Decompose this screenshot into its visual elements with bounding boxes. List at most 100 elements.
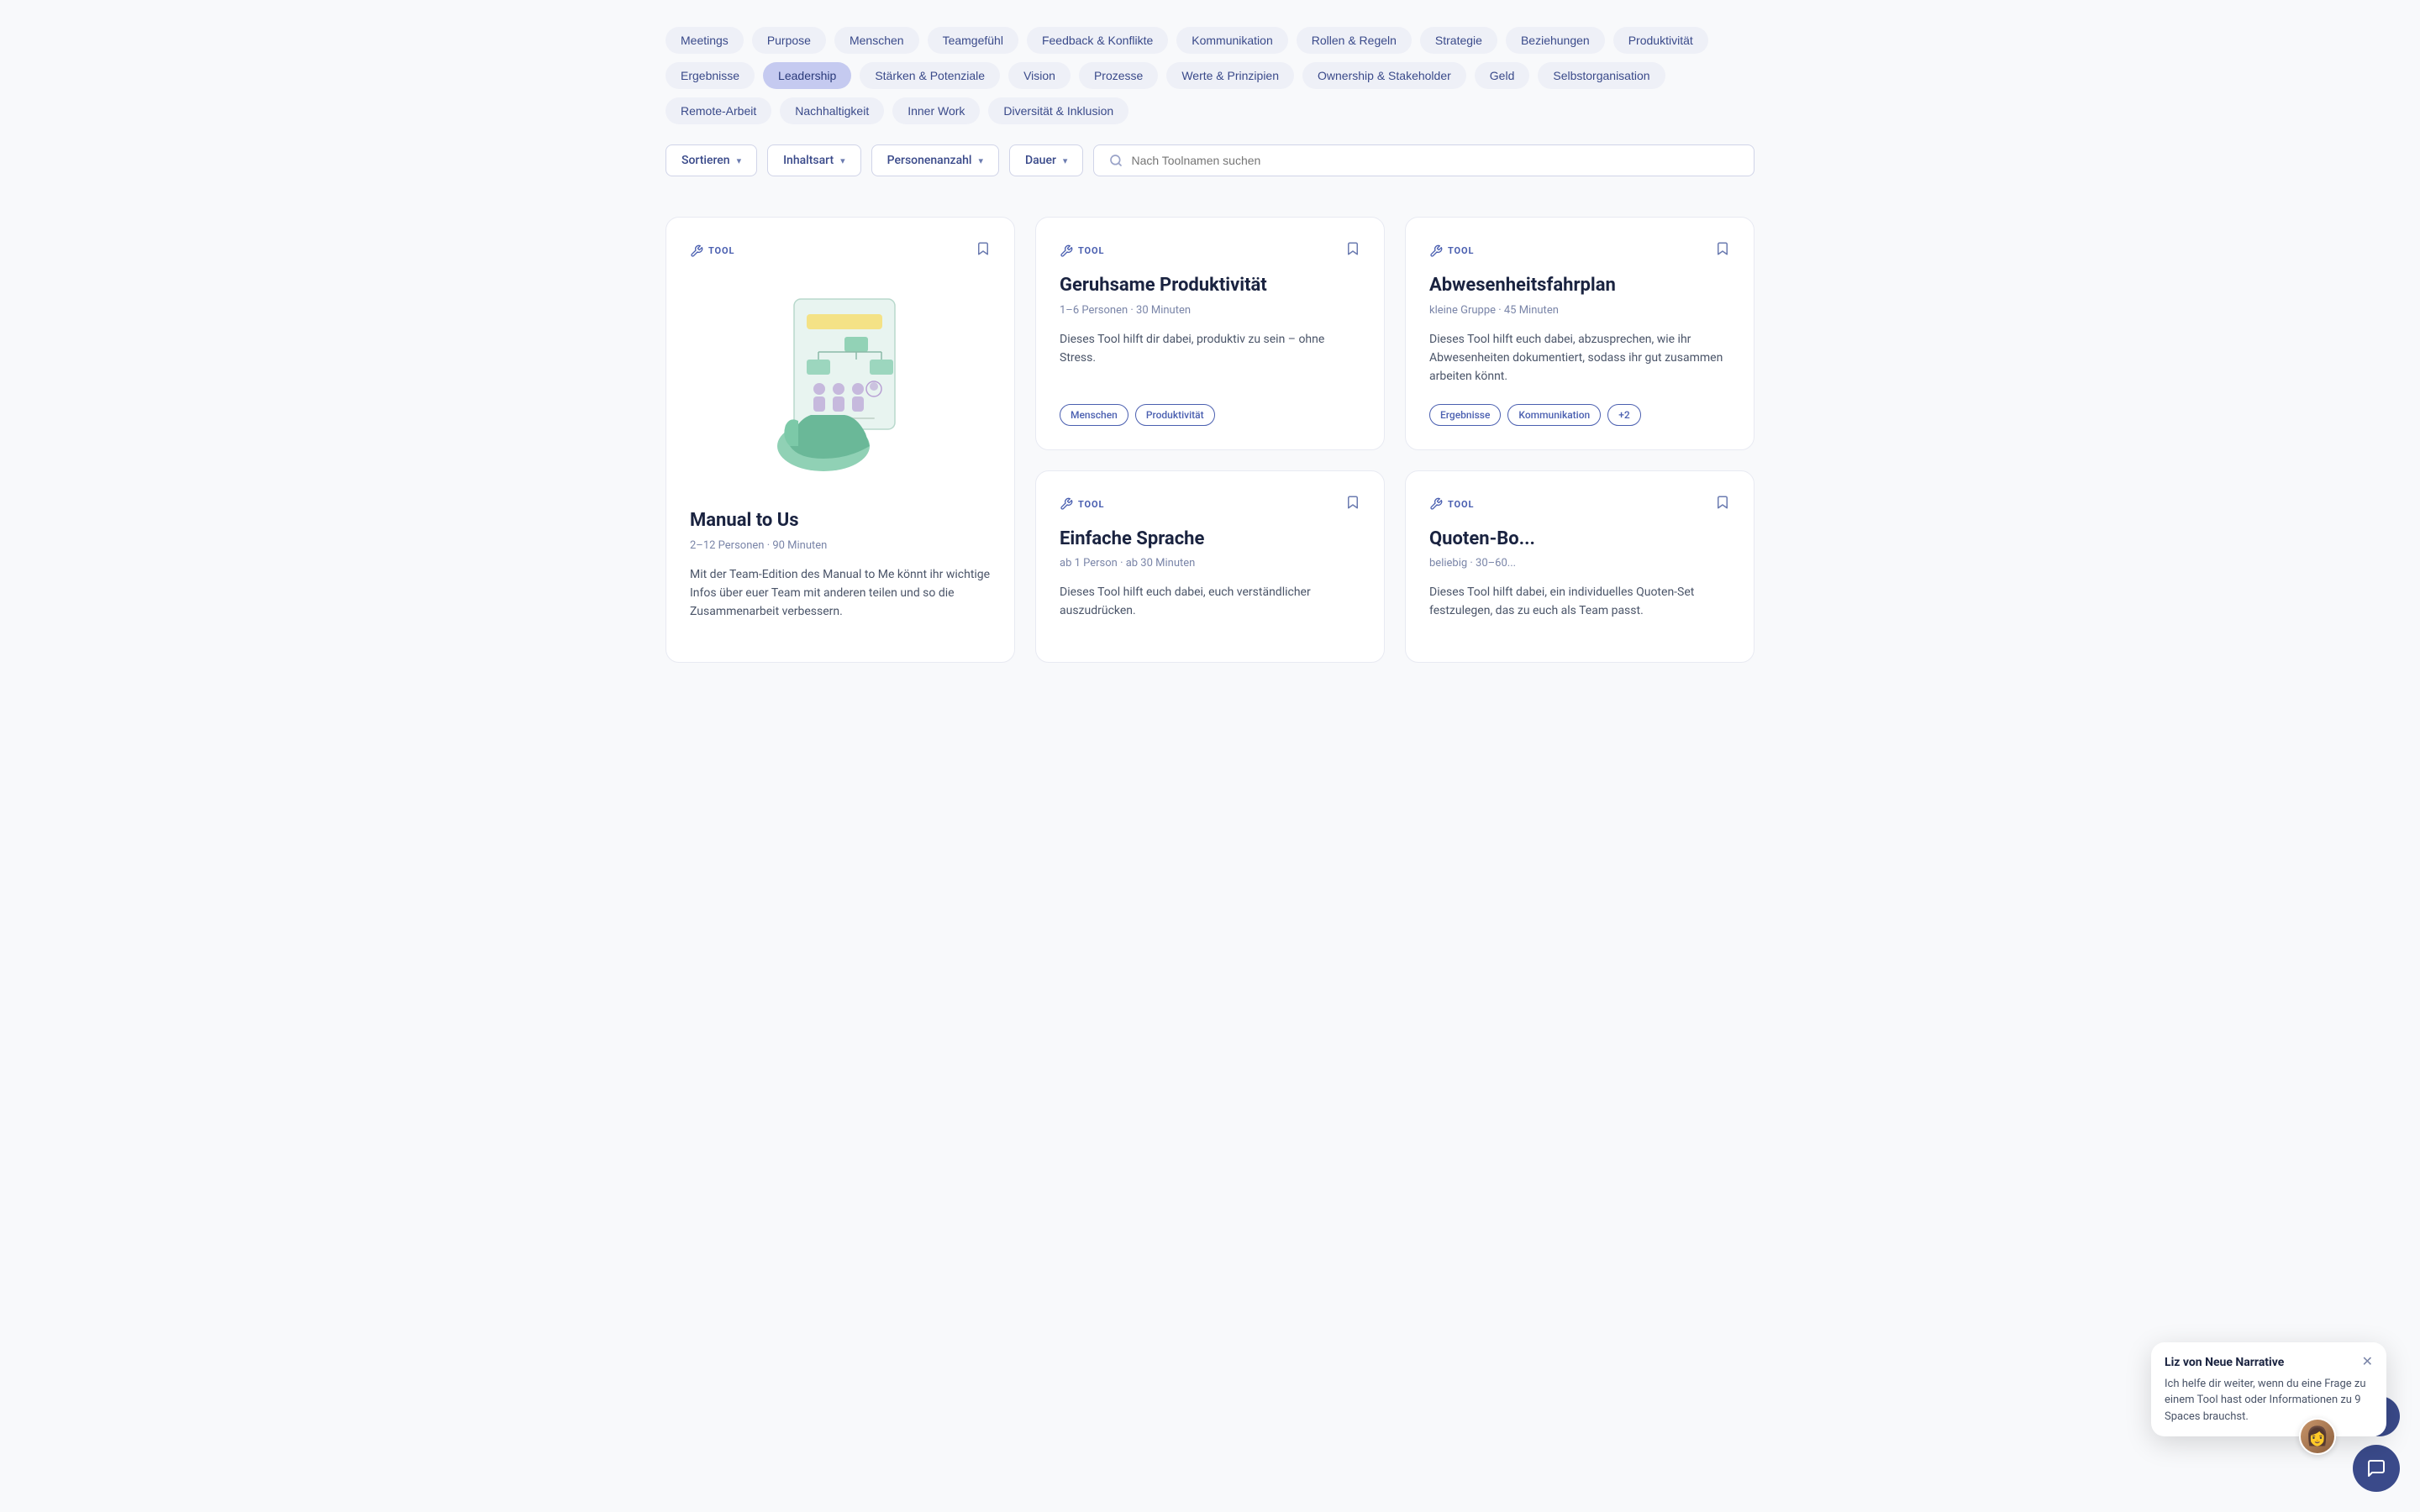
search-input[interactable] bbox=[1131, 154, 1739, 167]
tag-pill-geld[interactable]: Geld bbox=[1475, 62, 1530, 89]
card-tag: Menschen bbox=[1060, 404, 1128, 426]
card-type-badge: TOOL bbox=[1429, 497, 1474, 511]
card-manual-to-us: TOOL bbox=[666, 217, 1015, 663]
tool-icon bbox=[1429, 244, 1443, 258]
sortieren-label: Sortieren bbox=[681, 154, 730, 167]
tag-pill-feedback-konflikte[interactable]: Feedback & Konflikte bbox=[1027, 27, 1168, 54]
bookmark-icon bbox=[1715, 495, 1730, 510]
bookmark-icon bbox=[1715, 241, 1730, 256]
personenanzahl-chevron-icon: ▾ bbox=[978, 155, 983, 166]
card-abwesenheitsfahrplan: TOOL Abwesenheitsfahrplan kleine Gruppe … bbox=[1405, 217, 1754, 450]
card-title: Abwesenheitsfahrplan bbox=[1429, 274, 1730, 297]
chat-popup: Liz von Neue Narrative ✕ Ich helfe dir w… bbox=[2151, 1342, 2386, 1437]
card-einfache-sprache: TOOL Einfache Sprache ab 1 Person · ab 3… bbox=[1035, 470, 1385, 663]
card-title: Einfache Sprache bbox=[1060, 528, 1360, 551]
card-title: Manual to Us bbox=[690, 509, 991, 533]
tool-icon bbox=[690, 244, 703, 258]
tag-pill-staerken-potenziale[interactable]: Stärken & Potenziale bbox=[860, 62, 1000, 89]
card-tag: Kommunikation bbox=[1507, 404, 1601, 426]
search-icon bbox=[1109, 154, 1123, 167]
card-header: TOOL bbox=[1060, 495, 1360, 514]
dauer-chevron-icon: ▾ bbox=[1063, 155, 1068, 166]
card-type-label: TOOL bbox=[1448, 245, 1474, 256]
card-type-label: TOOL bbox=[708, 245, 734, 256]
card-meta: kleine Gruppe · 45 Minuten bbox=[1429, 304, 1730, 317]
bookmark-button[interactable] bbox=[1345, 241, 1360, 260]
card-tags: Ergebnisse Kommunikation +2 bbox=[1429, 404, 1730, 426]
tag-pill-produktivitaet[interactable]: Produktivität bbox=[1613, 27, 1708, 54]
dauer-label: Dauer bbox=[1025, 154, 1056, 167]
tag-pill-prozesse[interactable]: Prozesse bbox=[1079, 62, 1158, 89]
chat-avatar-icon: 👩 bbox=[2301, 1420, 2334, 1453]
tool-icon bbox=[1060, 497, 1073, 511]
card-meta: beliebig · 30–60... bbox=[1429, 557, 1730, 570]
card-type-badge: TOOL bbox=[1060, 244, 1104, 258]
tag-pill-kommunikation[interactable]: Kommunikation bbox=[1176, 27, 1288, 54]
personenanzahl-dropdown[interactable]: Personenanzahl ▾ bbox=[871, 144, 999, 176]
inhaltsart-chevron-icon: ▾ bbox=[840, 155, 845, 166]
tag-pill-inner-work[interactable]: Inner Work bbox=[892, 97, 980, 124]
bookmark-button[interactable] bbox=[1715, 495, 1730, 514]
card-type-label: TOOL bbox=[1078, 245, 1104, 256]
tag-pill-remote-arbeit[interactable]: Remote-Arbeit bbox=[666, 97, 771, 124]
sortieren-chevron-icon: ▾ bbox=[737, 155, 742, 166]
personenanzahl-label: Personenanzahl bbox=[887, 154, 972, 167]
tag-pill-diversitaet-inklusion[interactable]: Diversität & Inklusion bbox=[988, 97, 1128, 124]
search-box bbox=[1093, 144, 1754, 176]
tag-pill-purpose[interactable]: Purpose bbox=[752, 27, 826, 54]
cards-grid: TOOL bbox=[666, 217, 1754, 663]
chat-close-button[interactable]: ✕ bbox=[2362, 1356, 2373, 1369]
tag-pill-strategie[interactable]: Strategie bbox=[1420, 27, 1497, 54]
chat-bubble-icon bbox=[2366, 1458, 2386, 1478]
tag-pill-ownership-stakeholder[interactable]: Ownership & Stakeholder bbox=[1302, 62, 1466, 89]
card-meta: 1–6 Personen · 30 Minuten bbox=[1060, 304, 1360, 317]
inhaltsart-dropdown[interactable]: Inhaltsart ▾ bbox=[767, 144, 861, 176]
page-wrapper: Meetings Purpose Menschen Teamgefühl Feedbac… bbox=[605, 0, 1815, 690]
tag-pill-meetings[interactable]: Meetings bbox=[666, 27, 744, 54]
card-description: Mit der Team-Edition des Manual to Me kö… bbox=[690, 565, 991, 622]
card-type-label: TOOL bbox=[1448, 499, 1474, 510]
bookmark-button[interactable] bbox=[976, 241, 991, 260]
tag-pill-menschen[interactable]: Menschen bbox=[834, 27, 919, 54]
bookmark-icon bbox=[976, 241, 991, 256]
tag-pill-nachhaltigkeit[interactable]: Nachhaltigkeit bbox=[780, 97, 884, 124]
tags-container: Meetings Purpose Menschen Teamgefühl Feedbac… bbox=[666, 27, 1754, 124]
tag-pill-ergebnisse[interactable]: Ergebnisse bbox=[666, 62, 755, 89]
filters-row: Sortieren ▾ Inhaltsart ▾ Personenanzahl … bbox=[666, 144, 1754, 176]
card-header: TOOL bbox=[1060, 241, 1360, 260]
bookmark-button[interactable] bbox=[1345, 495, 1360, 514]
chat-avatar: 👩 bbox=[2299, 1418, 2336, 1455]
tag-pill-rollen-regeln[interactable]: Rollen & Regeln bbox=[1297, 27, 1412, 54]
card-type-badge: TOOL bbox=[1060, 497, 1104, 511]
tag-pill-leadership[interactable]: Leadership bbox=[763, 62, 851, 89]
tag-pill-teamgefuehl[interactable]: Teamgefühl bbox=[928, 27, 1018, 54]
tag-pill-selbstorganisation[interactable]: Selbstorganisation bbox=[1538, 62, 1665, 89]
tool-icon bbox=[1429, 497, 1443, 511]
tag-pill-werte-prinzipien[interactable]: Werte & Prinzipien bbox=[1166, 62, 1294, 89]
card-header: TOOL bbox=[1429, 495, 1730, 514]
tag-pill-vision[interactable]: Vision bbox=[1008, 62, 1071, 89]
card-description: Dieses Tool hilft dir dabei, produktiv z… bbox=[1060, 330, 1360, 387]
bookmark-icon bbox=[1345, 241, 1360, 256]
card-meta: 2–12 Personen · 90 Minuten bbox=[690, 539, 991, 552]
tool-icon bbox=[1060, 244, 1073, 258]
chat-popup-name: Liz von Neue Narrative bbox=[2165, 1356, 2284, 1369]
sortieren-dropdown[interactable]: Sortieren ▾ bbox=[666, 144, 757, 176]
card-geruhsame-produktivitaet: TOOL Geruhsame Produktivität 1–6 Persone… bbox=[1035, 217, 1385, 450]
card-tag-more: +2 bbox=[1607, 404, 1640, 426]
card-tag: Produktivität bbox=[1135, 404, 1215, 426]
chat-popup-text: Ich helfe dir weiter, wenn du eine Frage… bbox=[2165, 1376, 2373, 1425]
card-type-label: TOOL bbox=[1078, 499, 1104, 510]
card-header: TOOL bbox=[690, 241, 991, 260]
card-type-badge: TOOL bbox=[690, 244, 734, 258]
card-tag: Ergebnisse bbox=[1429, 404, 1501, 426]
dauer-dropdown[interactable]: Dauer ▾ bbox=[1009, 144, 1083, 176]
card-type-badge: TOOL bbox=[1429, 244, 1474, 258]
card-quoten-bo: TOOL Quoten-Bo... beliebig · 30–60... Di… bbox=[1405, 470, 1754, 663]
card-description: Dieses Tool hilft euch dabei, abzusprech… bbox=[1429, 330, 1730, 387]
tag-pill-beziehungen[interactable]: Beziehungen bbox=[1506, 27, 1605, 54]
card-title: Quoten-Bo... bbox=[1429, 528, 1730, 551]
bookmark-button[interactable] bbox=[1715, 241, 1730, 260]
card-header: TOOL bbox=[1429, 241, 1730, 260]
chat-open-button[interactable] bbox=[2353, 1445, 2400, 1492]
